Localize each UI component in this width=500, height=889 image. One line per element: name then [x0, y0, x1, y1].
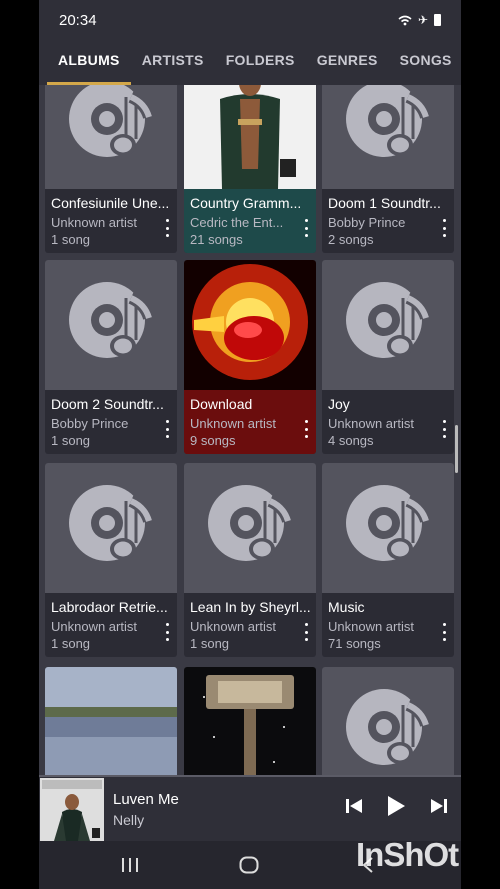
album-title: Lean In by Sheyrl...	[190, 599, 311, 615]
tab-albums[interactable]: ALBUMS	[47, 40, 131, 85]
album-card[interactable]: Joy Unknown artist 4 songs	[322, 260, 454, 454]
album-info: Doom 2 Soundtr... Bobby Prince 1 song	[45, 390, 177, 454]
album-disc-icon	[322, 667, 454, 775]
album-info: Music Unknown artist 71 songs	[322, 593, 454, 657]
recent-apps-icon[interactable]	[121, 857, 139, 873]
album-info: Labrodaor Retrie... Unknown artist 1 song	[45, 593, 177, 657]
album-song-count: 1 song	[190, 636, 230, 651]
album-disc-icon	[322, 260, 454, 390]
skip-previous-icon[interactable]	[345, 797, 363, 815]
tab-folders[interactable]: FOLDERS	[215, 40, 306, 85]
tab-songs[interactable]: SONGS	[389, 40, 461, 85]
album-disc-icon	[45, 85, 177, 189]
wifi-icon	[398, 15, 412, 25]
more-options-icon[interactable]	[304, 623, 308, 641]
tab-artists[interactable]: ARTISTS	[131, 40, 215, 85]
album-info: Joy Unknown artist 4 songs	[322, 390, 454, 454]
album-card[interactable]	[184, 667, 316, 775]
album-cover	[184, 85, 316, 189]
albums-grid: Confesiunile Une... Unknown artist 1 song C…	[39, 85, 461, 775]
album-card[interactable]: Doom 1 Soundtr... Bobby Prince 2 songs	[322, 85, 454, 253]
play-icon[interactable]	[386, 795, 406, 817]
album-card[interactable]	[45, 667, 177, 775]
album-cover	[45, 667, 177, 775]
album-artist: Unknown artist	[190, 416, 276, 431]
phone-screen: 20:34 ✈ ALBUMS ARTISTS FOLDERS GENRES SO…	[39, 0, 461, 889]
album-disc-icon	[45, 463, 177, 593]
more-options-icon[interactable]	[304, 219, 308, 237]
album-title: Labrodaor Retrie...	[51, 599, 168, 615]
album-song-count: 21 songs	[190, 232, 243, 247]
album-song-count: 1 song	[51, 636, 91, 651]
more-options-icon[interactable]	[442, 623, 446, 641]
album-title: Country Gramm...	[190, 195, 302, 211]
album-card[interactable]: Music Unknown artist 71 songs	[322, 463, 454, 657]
album-info: Lean In by Sheyrl... Unknown artist 1 song	[184, 593, 316, 657]
album-card[interactable]: Confesiunile Une... Unknown artist 1 song	[45, 85, 177, 253]
album-cover	[184, 667, 316, 775]
inshot-watermark: InShOt	[356, 836, 459, 873]
album-title: Music	[328, 599, 365, 615]
library-tabs: ALBUMS ARTISTS FOLDERS GENRES SONGS	[39, 40, 461, 85]
album-title: Joy	[328, 396, 350, 412]
now-playing-title: Luven Me	[113, 791, 179, 808]
tab-genres[interactable]: GENRES	[306, 40, 389, 85]
status-bar: 20:34 ✈	[39, 0, 461, 40]
more-options-icon[interactable]	[442, 219, 446, 237]
status-icons: ✈	[398, 13, 441, 27]
now-playing-artist: Nelly	[113, 812, 145, 828]
more-options-icon[interactable]	[165, 623, 169, 641]
mini-player[interactable]: Luven Me Nelly	[39, 775, 461, 843]
scrollbar-thumb[interactable]	[455, 425, 458, 473]
album-song-count: 4 songs	[328, 433, 374, 448]
album-card[interactable]: Download Unknown artist 9 songs	[184, 260, 316, 454]
album-song-count: 1 song	[51, 433, 91, 448]
album-disc-icon	[45, 260, 177, 390]
album-info: Doom 1 Soundtr... Bobby Prince 2 songs	[322, 189, 454, 253]
skip-next-icon[interactable]	[430, 797, 448, 815]
album-disc-icon	[322, 85, 454, 189]
album-artist: Unknown artist	[51, 619, 137, 634]
album-artist: Unknown artist	[328, 619, 414, 634]
home-icon[interactable]	[239, 856, 259, 874]
album-artist: Unknown artist	[328, 416, 414, 431]
album-song-count: 71 songs	[328, 636, 381, 651]
airplane-icon: ✈	[417, 13, 428, 27]
now-playing-cover[interactable]	[40, 778, 104, 841]
album-card[interactable]: Lean In by Sheyrl... Unknown artist 1 song	[184, 463, 316, 657]
album-title: Doom 2 Soundtr...	[51, 396, 164, 412]
album-song-count: 2 songs	[328, 232, 374, 247]
battery-icon	[434, 14, 441, 26]
album-artist: Bobby Prince	[328, 215, 406, 230]
album-disc-icon	[322, 463, 454, 593]
album-artist: Unknown artist	[51, 215, 137, 230]
album-cover	[184, 260, 316, 390]
more-options-icon[interactable]	[304, 420, 308, 438]
album-card[interactable]: Labrodaor Retrie... Unknown artist 1 song	[45, 463, 177, 657]
album-card[interactable]: Doom 2 Soundtr... Bobby Prince 1 song	[45, 260, 177, 454]
album-song-count: 9 songs	[190, 433, 236, 448]
album-artist: Unknown artist	[190, 619, 276, 634]
album-artist: Cedric the Ent...	[190, 215, 284, 230]
album-disc-icon	[184, 463, 316, 593]
album-card[interactable]	[322, 667, 454, 775]
more-options-icon[interactable]	[165, 219, 169, 237]
album-info: Confesiunile Une... Unknown artist 1 song	[45, 189, 177, 253]
album-title: Confesiunile Une...	[51, 195, 170, 211]
album-info: Download Unknown artist 9 songs	[184, 390, 316, 454]
status-time: 20:34	[59, 11, 97, 29]
album-title: Download	[190, 396, 253, 412]
album-card[interactable]: Country Gramm... Cedric the Ent... 21 song…	[184, 85, 316, 253]
album-song-count: 1 song	[51, 232, 91, 247]
album-title: Doom 1 Soundtr...	[328, 195, 441, 211]
more-options-icon[interactable]	[442, 420, 446, 438]
album-info: Country Gramm... Cedric the Ent... 21 song…	[184, 189, 316, 253]
album-artist: Bobby Prince	[51, 416, 129, 431]
more-options-icon[interactable]	[165, 420, 169, 438]
